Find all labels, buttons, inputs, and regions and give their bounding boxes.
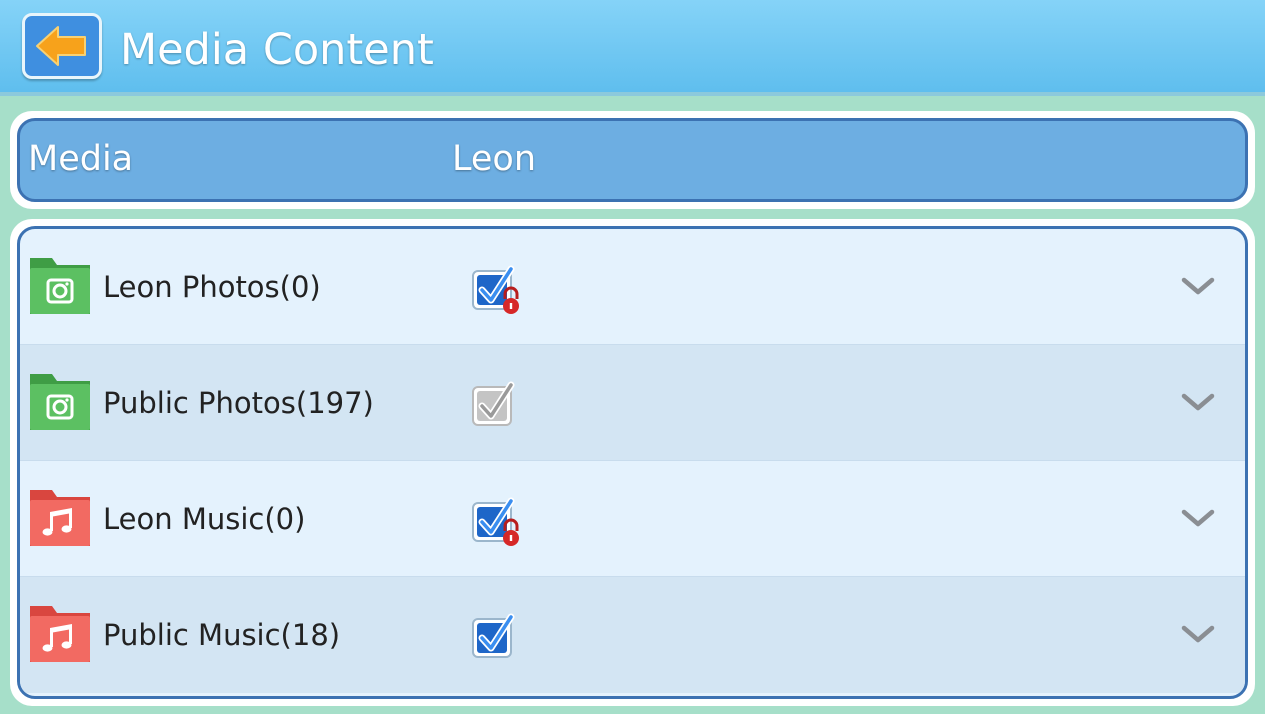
user-column-header: Leon: [452, 139, 537, 179]
media-row-label: Leon Photos(0): [103, 270, 321, 304]
media-column-header: Media: [28, 139, 134, 179]
music-folder-icon: [29, 486, 91, 548]
back-button[interactable]: [22, 13, 102, 79]
photo-folder-icon: [29, 254, 91, 316]
media-row-label: Leon Music(0): [103, 502, 306, 536]
top-bar: Media Content: [0, 0, 1265, 96]
chevron-down-icon[interactable]: [1180, 622, 1216, 646]
media-row-public-photos[interactable]: Public Photos(197): [20, 345, 1245, 461]
table-header-bar: Media Leon: [17, 118, 1248, 202]
media-row-leon-music[interactable]: Leon Music(0): [20, 461, 1245, 577]
media-list-inner: Leon Photos(0) Public Photos(197) Leon M…: [17, 226, 1248, 699]
media-list: Leon Photos(0) Public Photos(197) Leon M…: [10, 219, 1255, 706]
photo-folder-icon: [29, 370, 91, 432]
disabled-checkbox-icon[interactable]: [471, 377, 523, 431]
table-header: Media Leon: [10, 111, 1255, 209]
checkbox-icon[interactable]: [471, 609, 523, 663]
media-row-label: Public Music(18): [103, 618, 341, 652]
locked-checkbox-icon[interactable]: [471, 493, 523, 547]
media-row-leon-photos[interactable]: Leon Photos(0): [20, 229, 1245, 345]
music-folder-icon: [29, 602, 91, 664]
page-title: Media Content: [120, 25, 434, 75]
media-row-public-music[interactable]: Public Music(18): [20, 577, 1245, 693]
chevron-down-icon[interactable]: [1180, 506, 1216, 530]
locked-checkbox-icon[interactable]: [471, 261, 523, 315]
chevron-down-icon[interactable]: [1180, 390, 1216, 414]
chevron-down-icon[interactable]: [1180, 274, 1216, 298]
arrow-left-icon: [36, 26, 86, 66]
media-row-label: Public Photos(197): [103, 386, 374, 420]
